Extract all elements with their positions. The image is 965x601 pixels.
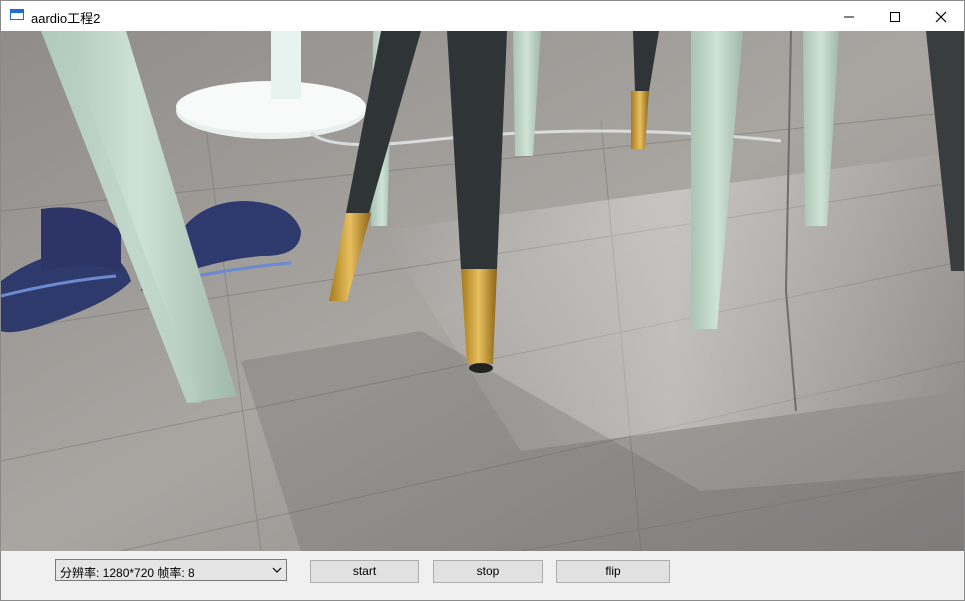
title-bar[interactable]: aardio工程2 <box>1 1 964 31</box>
resolution-select[interactable]: 分辨率: 1280*720 帧率: 8 <box>55 559 287 581</box>
chevron-down-icon <box>272 567 282 573</box>
camera-preview <box>1 31 964 551</box>
minimize-button[interactable] <box>825 1 871 31</box>
app-window: aardio工程2 分辨率: 1280*720 帧率: 8 start stop… <box>0 0 965 601</box>
stop-button[interactable]: stop <box>433 560 543 583</box>
close-button[interactable] <box>917 1 963 31</box>
control-panel: 分辨率: 1280*720 帧率: 8 start stop flip <box>1 551 964 600</box>
resolution-value: 分辨率: 1280*720 帧率: 8 <box>60 566 195 580</box>
window-title: aardio工程2 <box>31 11 101 26</box>
close-icon <box>935 11 947 23</box>
minimize-icon <box>844 16 854 18</box>
camera-frame-image <box>1 31 964 551</box>
maximize-icon <box>890 12 900 22</box>
start-button[interactable]: start <box>310 560 419 583</box>
maximize-button[interactable] <box>871 1 917 31</box>
app-window-icon <box>10 9 24 20</box>
flip-button[interactable]: flip <box>556 560 670 583</box>
